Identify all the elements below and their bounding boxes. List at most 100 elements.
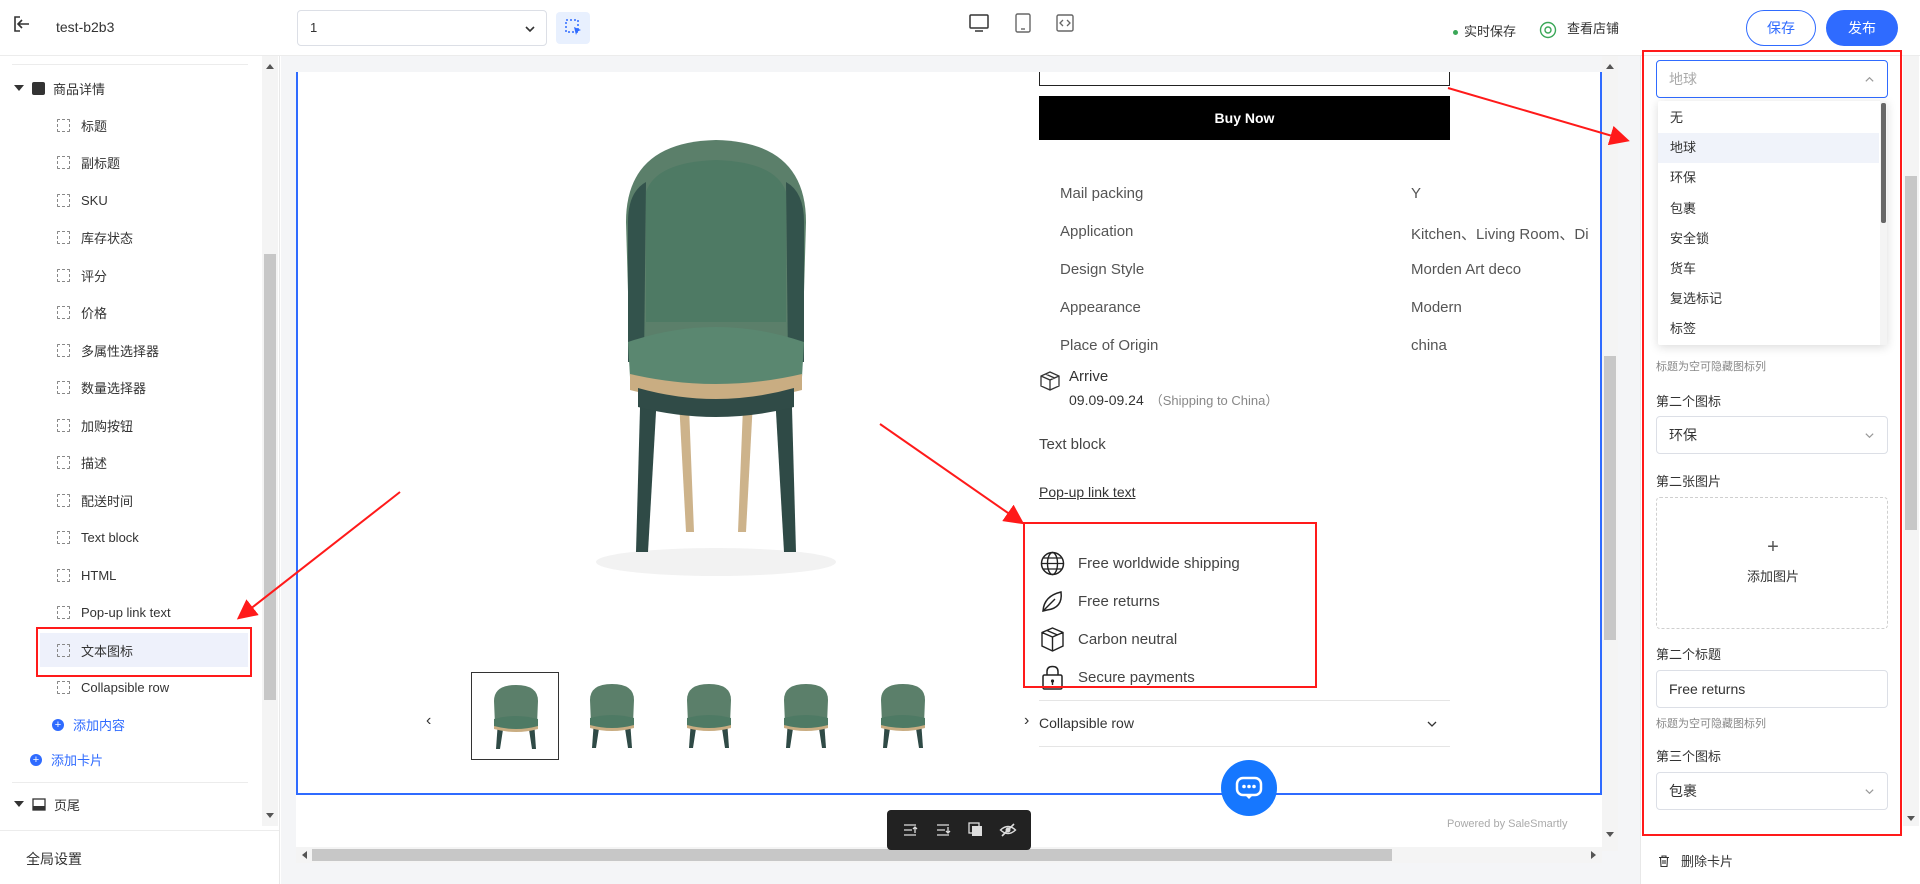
sidebar-item[interactable]: HTML [40,558,248,592]
plus-circle-icon: + [52,718,64,731]
scroll-down-icon[interactable] [1907,816,1915,821]
canvas-vertical-scrollbar[interactable] [1602,56,1618,851]
chair-thumbnail-image [494,685,538,749]
save-button[interactable]: 保存 [1746,10,1816,46]
product-thumbnail[interactable] [665,672,753,760]
page-select-value: 1 [310,20,318,35]
chevron-down-icon [1427,721,1437,727]
sidebar-item[interactable]: 数量选择器 [40,371,248,405]
sidebar-item[interactable]: 文本图标 [40,633,248,667]
sidebar-item[interactable]: 标题 [40,108,248,142]
block-handle-icon [57,381,70,394]
popup-link[interactable]: Pop-up link text [1039,484,1136,500]
scroll-up-icon[interactable] [1606,64,1614,69]
global-settings-link[interactable]: 全局设置 [26,849,82,869]
scroll-down-icon[interactable] [1606,832,1614,837]
section-product-detail[interactable]: 商品详情 [14,78,105,98]
sidebar-item[interactable]: Collapsible row [40,671,248,705]
dropdown-option[interactable]: 环保 [1658,163,1879,193]
thumb-next-button[interactable]: › [1024,712,1029,730]
sidebar-item-label: SKU [81,192,108,208]
caret-down-icon [14,85,24,91]
sidebar-item-label: 副标题 [81,156,121,171]
spec-name: Place of Origin [1060,337,1159,354]
dropdown-option[interactable]: 包裹 [1658,194,1879,224]
scroll-right-icon[interactable] [1591,851,1596,859]
panel-scrollbar[interactable] [1903,56,1919,826]
scroll-down-icon[interactable] [266,813,274,818]
sidebar-scrollbar[interactable] [262,56,278,826]
move-down-icon[interactable] [934,821,952,839]
sidebar-item[interactable]: SKU [40,183,248,217]
publish-button[interactable]: 发布 [1826,10,1898,46]
second-title-value: Free returns [1669,681,1746,697]
dropdown-option[interactable]: 地球 [1658,133,1879,164]
buy-now-button[interactable]: Buy Now [1039,96,1450,140]
product-thumbnail[interactable] [762,672,850,760]
sidebar-item-label: 文本图标 [81,643,134,659]
add-card-link[interactable]: + 添加卡片 [30,750,103,769]
dropdown-option[interactable]: 安全锁 [1658,224,1879,254]
dropdown-option[interactable]: 货车 [1658,254,1879,284]
second-image-upload[interactable]: + 添加图片 [1656,497,1888,629]
tablet-icon[interactable] [1012,12,1034,34]
block-handle-icon [57,193,70,207]
sidebar-item[interactable]: Pop-up link text [40,596,248,630]
thumb-prev-button[interactable]: ‹ [426,712,431,730]
scroll-left-icon[interactable] [302,851,307,859]
dropdown-scrollbar[interactable] [1880,101,1887,345]
powered-by: Powered by SaleSmartly [1447,818,1568,830]
second-icon-select[interactable]: 环保 [1656,416,1888,454]
move-up-icon[interactable] [901,821,919,839]
dropdown-option[interactable]: 标签 [1658,314,1879,344]
sidebar-item[interactable]: 库存状态 [40,221,248,255]
sidebar-item[interactable]: 价格 [40,296,248,330]
delivery-info: Arrive 09.09-09.24 （Shipping to China） [1039,368,1450,412]
scroll-thumb[interactable] [1905,176,1917,530]
page-select[interactable]: 1 [297,10,547,46]
scroll-up-icon[interactable] [266,64,274,69]
sidebar-item[interactable]: 多属性选择器 [40,333,248,367]
product-thumbnail[interactable] [859,672,947,760]
package-icon [1040,371,1060,391]
exit-icon[interactable] [12,14,32,34]
spec-name: Application [1060,223,1134,240]
scroll-thumb[interactable] [1881,103,1886,223]
section-block-icon [32,81,45,95]
sidebar-item[interactable]: Text block [40,521,248,555]
desktop-icon[interactable] [968,12,990,34]
scroll-thumb[interactable] [264,254,276,700]
third-icon-select[interactable]: 包裹 [1656,772,1888,810]
spec-row: Design Style Morden Art deco [1060,261,1602,281]
hide-icon[interactable] [999,821,1017,839]
second-title-input[interactable]: Free returns [1656,670,1888,708]
product-thumbnail[interactable] [568,672,656,760]
add-content-label: 添加内容 [73,718,126,733]
select-tool-button[interactable] [556,12,590,44]
dropdown-option[interactable]: 无 [1658,103,1879,133]
sidebar-item[interactable]: 配送时间 [40,483,248,517]
sidebar-item[interactable]: 描述 [40,446,248,480]
product-thumbnail[interactable] [471,672,559,760]
collapsible-row[interactable]: Collapsible row [1039,700,1450,747]
scroll-thumb[interactable] [1604,356,1616,640]
add-content-link[interactable]: + 添加内容 [52,715,125,734]
code-view-icon[interactable] [1054,12,1076,34]
status-dot-icon [1453,30,1458,36]
delete-card-button[interactable]: 删除卡片 [1657,851,1733,870]
sidebar-item-label: Pop-up link text [81,605,171,620]
duplicate-icon[interactable] [967,821,985,839]
trash-icon [1659,854,1669,867]
sidebar-item[interactable]: 评分 [40,258,248,292]
view-store-link[interactable]: 查看店铺 [1539,18,1619,39]
scroll-thumb[interactable] [312,849,1392,861]
dropdown-option[interactable]: 复选标记 [1658,284,1879,314]
sidebar-item[interactable]: 副标题 [40,146,248,180]
sidebar-item[interactable]: 加购按钮 [40,408,248,442]
add-to-cart-button[interactable] [1039,72,1450,86]
section-footer[interactable]: 页尾 [14,794,80,814]
block-handle-icon [57,681,70,694]
first-icon-select[interactable]: 地球 [1656,60,1888,98]
chat-widget-button[interactable] [1221,760,1277,816]
settings-panel: 地球 无地球 环保 包裹 安全锁 货车 复选标记 标签 标题为空可隐藏图标列 第二个图标 环… [1640,56,1920,884]
